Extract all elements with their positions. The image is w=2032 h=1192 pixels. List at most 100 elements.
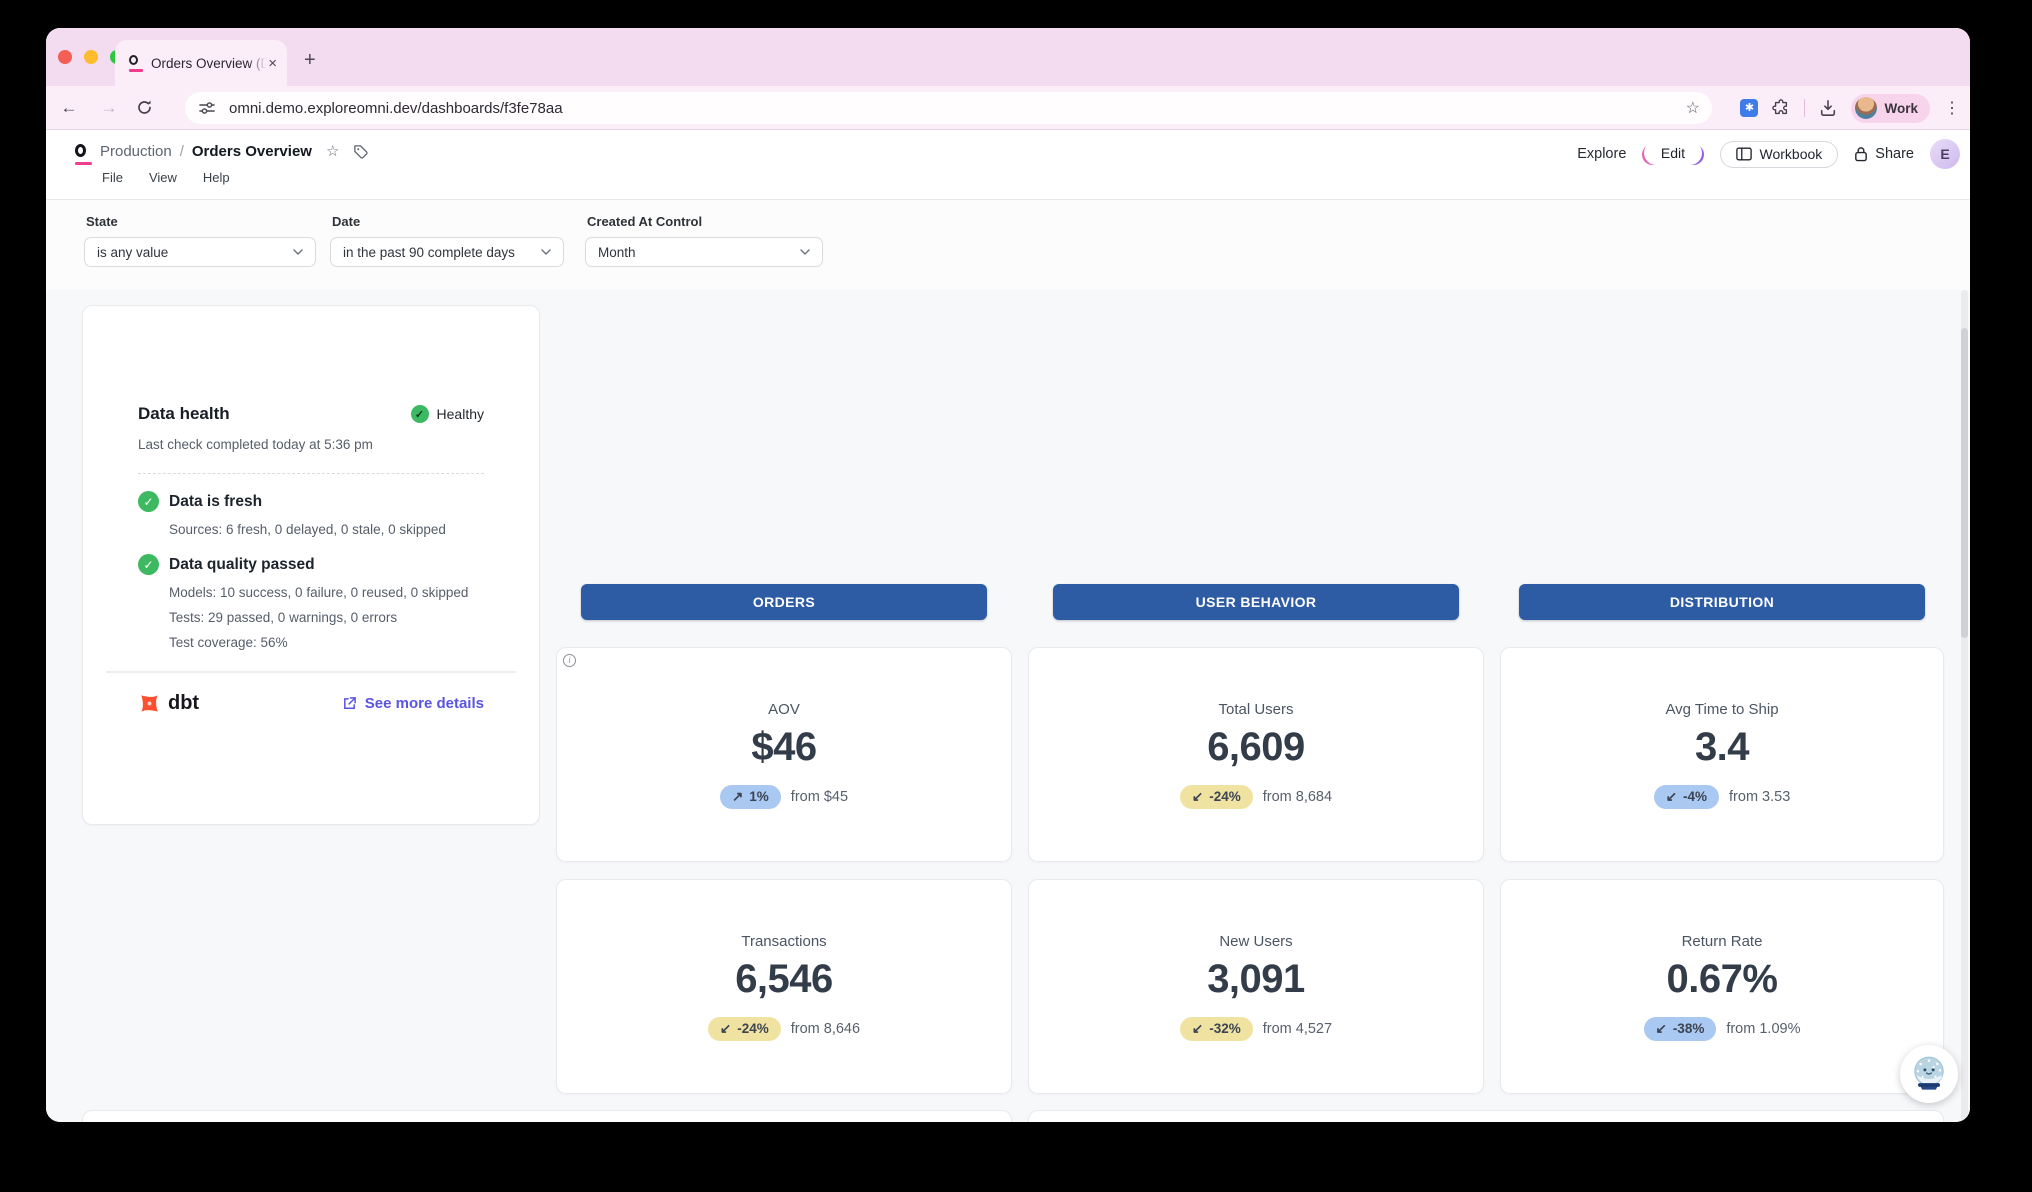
kpi-card-return-rate: Return Rate 0.67% ↙-38% from 1.09% <box>1500 879 1944 1094</box>
dashboard-canvas: Data health ✓ Healthy Last check complet… <box>46 290 1970 1122</box>
kpi-card-transactions: Transactions 6,546 ↙-24% from 8,646 <box>556 879 1012 1094</box>
assistant-mascot-button[interactable] <box>1900 1045 1958 1103</box>
filter-state: State is any value <box>84 214 316 267</box>
filter-date-select[interactable]: in the past 90 complete days <box>330 237 564 267</box>
coverage-detail: Test coverage: 56% <box>169 635 484 650</box>
app-menu-bar: File View Help <box>102 170 230 185</box>
section-header-distribution: DISTRIBUTION <box>1519 584 1925 620</box>
section-header-user-behavior: USER BEHAVIOR <box>1053 584 1459 620</box>
browser-window: Orders Overview (Dashboard × + ← → omni.… <box>46 28 1970 1122</box>
omni-favicon <box>128 55 143 72</box>
page-title: Orders Overview <box>192 143 312 160</box>
revenue-chart-card: Revenue 90 Days PreviousCurrent Period $… <box>82 1110 1012 1122</box>
browser-profile-chip[interactable]: Work <box>1851 94 1930 123</box>
tab-search-chevron-icon[interactable] <box>1940 52 1952 60</box>
favorite-star-icon[interactable]: ☆ <box>326 142 339 160</box>
back-icon[interactable]: ← <box>54 98 84 118</box>
breadcrumb-folder[interactable]: Production <box>100 143 172 160</box>
kpi-label: New Users <box>1219 933 1292 950</box>
kpi-from: from 1.09% <box>1726 1021 1800 1037</box>
site-settings-icon[interactable] <box>199 101 215 115</box>
kpi-value: $46 <box>751 725 816 770</box>
extension-blue-icon[interactable]: ✱ <box>1740 99 1758 117</box>
menu-file[interactable]: File <box>102 170 123 185</box>
extensions-puzzle-icon[interactable] <box>1772 99 1790 117</box>
trend-arrow-icon: ↙ <box>720 1021 731 1037</box>
url-text[interactable]: omni.demo.exploreomni.dev/dashboards/f3f… <box>229 100 1686 117</box>
minimize-window-button[interactable] <box>84 50 98 64</box>
chevron-down-icon <box>800 249 810 255</box>
kpi-card-aov: i AOV $46 ↗1% from $45 <box>556 647 1012 862</box>
tag-icon[interactable] <box>353 144 368 159</box>
explore-button[interactable]: Explore <box>1577 146 1626 162</box>
scrollbar-thumb[interactable] <box>1961 328 1968 638</box>
healthy-seal-icon: ✓ <box>411 405 429 423</box>
tab-close-icon[interactable]: × <box>268 56 277 71</box>
reload-icon[interactable] <box>136 99 153 116</box>
app-header: Production / Orders Overview ☆ File View… <box>46 130 1970 200</box>
check-circle-icon: ✓ <box>138 491 159 512</box>
downloads-icon[interactable] <box>1819 99 1837 117</box>
share-button[interactable]: Share <box>1854 146 1914 162</box>
kpi-label: AOV <box>768 701 800 718</box>
new-tab-button[interactable]: + <box>304 50 316 70</box>
omni-logo[interactable] <box>75 144 93 165</box>
delta-badge: ↙-4% <box>1654 785 1719 809</box>
see-more-details-link[interactable]: See more details <box>342 695 484 712</box>
kpi-value: 6,546 <box>735 957 833 1002</box>
kpi-label: Transactions <box>741 933 826 950</box>
url-bar[interactable]: omni.demo.exploreomni.dev/dashboards/f3f… <box>185 92 1712 124</box>
filter-bar: State is any value Date in the past 90 c… <box>46 200 1970 290</box>
kpi-label: Avg Time to Ship <box>1665 701 1778 718</box>
filter-created-at-label: Created At Control <box>587 214 823 229</box>
breadcrumb-separator: / <box>180 143 184 160</box>
tab-strip: Orders Overview (Dashboard × + <box>46 28 1970 86</box>
profile-name: Work <box>1884 101 1918 116</box>
filter-state-select[interactable]: is any value <box>84 237 316 267</box>
edit-button[interactable]: Edit <box>1642 144 1703 165</box>
kpi-value: 3.4 <box>1695 725 1749 770</box>
data-health-card: Data health ✓ Healthy Last check complet… <box>82 305 540 825</box>
section-header-orders: ORDERS <box>581 584 987 620</box>
trend-arrow-icon: ↙ <box>1192 1021 1203 1037</box>
external-link-icon <box>342 696 357 711</box>
kpi-value: 6,609 <box>1207 725 1305 770</box>
chevron-down-icon <box>293 249 303 255</box>
filter-created-at-select[interactable]: Month <box>585 237 823 267</box>
sources-detail: Sources: 6 fresh, 0 delayed, 0 stale, 0 … <box>169 522 484 537</box>
snow-globe-icon <box>1907 1052 1951 1096</box>
kpi-from: from $45 <box>791 789 848 805</box>
browser-tab[interactable]: Orders Overview (Dashboard × <box>115 40 287 86</box>
trend-arrow-icon: ↗ <box>732 789 743 805</box>
check-data-quality: ✓ Data quality passed Models: 10 success… <box>138 554 484 650</box>
repeat-customers-chart-card: Repeat Customers 90 Days PreviousCurrent… <box>1028 1110 1944 1122</box>
kpi-card-new-users: New Users 3,091 ↙-32% from 4,527 <box>1028 879 1484 1094</box>
close-window-button[interactable] <box>58 50 72 64</box>
info-icon[interactable]: i <box>563 654 576 667</box>
menu-view[interactable]: View <box>149 170 177 185</box>
header-actions: Explore Edit Workbook Share E <box>1577 139 1960 169</box>
kpi-from: from 8,684 <box>1263 789 1332 805</box>
dbt-logo: dbt <box>138 692 199 715</box>
kpi-label: Total Users <box>1218 701 1293 718</box>
breadcrumb: Production / Orders Overview ☆ <box>100 142 368 160</box>
browser-menu-icon[interactable]: ⋮ <box>1944 98 1960 118</box>
user-avatar[interactable]: E <box>1930 139 1960 169</box>
kpi-value: 3,091 <box>1207 957 1305 1002</box>
bookmark-star-icon[interactable]: ☆ <box>1686 98 1700 118</box>
workbook-button[interactable]: Workbook <box>1720 141 1839 168</box>
menu-help[interactable]: Help <box>203 170 230 185</box>
lock-icon <box>1854 146 1868 162</box>
filter-created-at: Created At Control Month <box>585 214 823 267</box>
last-check-text: Last check completed today at 5:36 pm <box>138 437 484 452</box>
toolbar-separator <box>1804 99 1805 117</box>
divider <box>106 671 516 673</box>
kpi-from: from 3.53 <box>1729 789 1790 805</box>
delta-badge: ↙-24% <box>1180 785 1253 809</box>
delta-badge: ↗1% <box>720 785 781 809</box>
kpi-value: 0.67% <box>1667 957 1778 1002</box>
browser-toolbar: ← → omni.demo.exploreomni.dev/dashboards… <box>46 86 1970 130</box>
workbook-icon <box>1736 147 1752 161</box>
forward-icon[interactable]: → <box>94 98 124 118</box>
check-circle-icon: ✓ <box>138 554 159 575</box>
